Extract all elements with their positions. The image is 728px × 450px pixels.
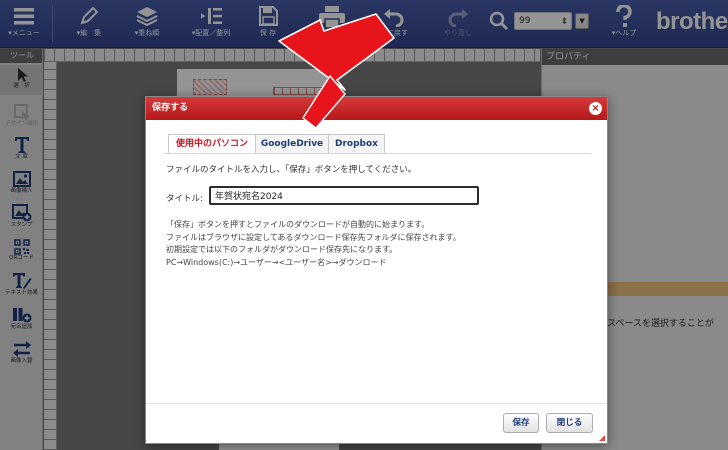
note-line: 初期設定では以下のフォルダがダウンロード保存先になります。 [166, 245, 398, 254]
tab-dropbox[interactable]: Dropbox [328, 134, 385, 154]
note-line: 「保存」ボタンを押すとファイルのダウンロードが自動的に始まります。 [166, 220, 430, 229]
save-notes: 「保存」ボタンを押すとファイルのダウンロードが自動的に始まります。 ファイルはブ… [166, 219, 461, 269]
tab-local-pc[interactable]: 使用中のパソコン [168, 134, 256, 154]
tab-google-drive[interactable]: GoogleDrive [255, 134, 329, 154]
close-button[interactable]: 閉じる [546, 413, 593, 433]
resize-grip[interactable] [599, 435, 605, 441]
note-line: ファイルはブラウザに設定してあるダウンロード保存先フォルダに保存されます。 [166, 232, 461, 242]
save-button[interactable]: 保存 [503, 413, 539, 433]
tab-divider [164, 153, 591, 154]
note-line: PC→Windows(C:)→ユーザー→<ユーザー名>→ダウンロード [166, 257, 387, 267]
dialog-title: 保存する [146, 97, 607, 120]
title-field-label: タイトル: [166, 194, 203, 204]
instruction-text: ファイルのタイトルを入力し、「保存」ボタンを押してください。 [166, 165, 417, 175]
save-dialog: 保存する × 使用中のパソコン GoogleDrive Dropbox ファイル… [145, 96, 608, 444]
file-title-input[interactable] [209, 186, 479, 205]
footer-divider [146, 403, 607, 404]
close-icon[interactable]: × [589, 102, 602, 115]
